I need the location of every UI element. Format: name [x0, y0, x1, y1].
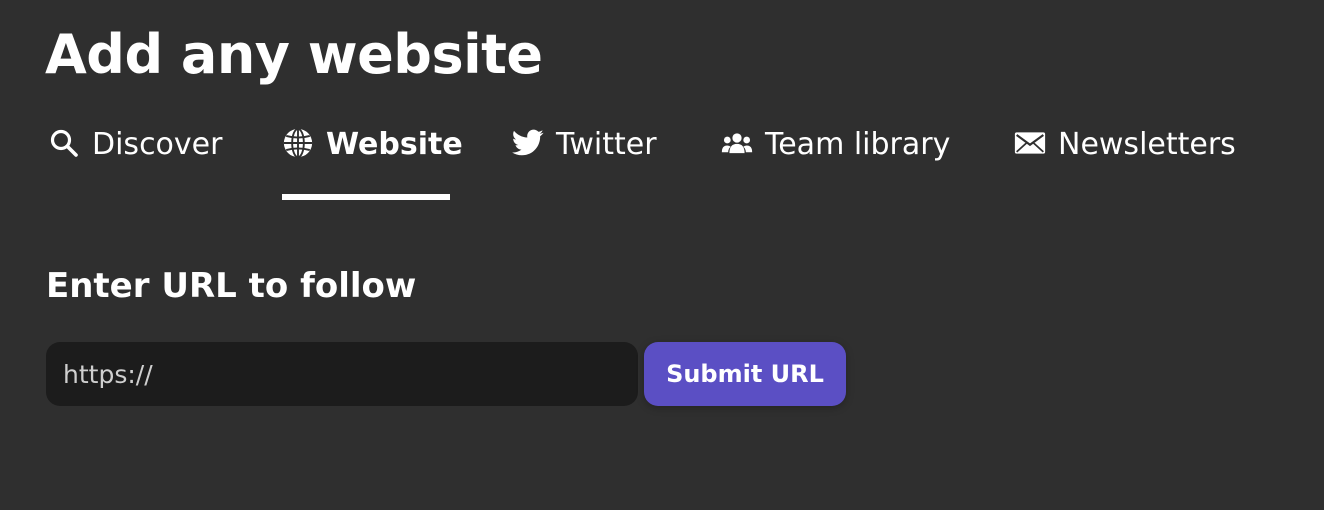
- submit-url-button[interactable]: Submit URL: [644, 342, 846, 406]
- globe-icon: [282, 127, 314, 159]
- section-heading: Enter URL to follow: [46, 266, 417, 306]
- tab-discover[interactable]: Discover: [48, 112, 222, 200]
- tab-newsletters-label: Newsletters: [1058, 127, 1236, 162]
- twitter-bird-icon: [512, 127, 544, 159]
- team-icon: [721, 127, 753, 159]
- envelope-icon: [1014, 127, 1046, 159]
- source-tabs: Discover Website Twitter Team library Ne…: [0, 112, 1324, 200]
- page-title: Add any website: [45, 23, 543, 86]
- search-icon: [48, 127, 80, 159]
- tab-newsletters[interactable]: Newsletters: [1014, 112, 1236, 200]
- tab-discover-label: Discover: [92, 127, 223, 162]
- tab-team-library[interactable]: Team library: [721, 112, 950, 200]
- url-input[interactable]: [46, 342, 638, 406]
- tab-twitter[interactable]: Twitter: [512, 112, 657, 200]
- tab-website[interactable]: Website: [282, 112, 463, 200]
- tab-twitter-label: Twitter: [556, 127, 657, 162]
- tab-website-label: Website: [326, 127, 463, 162]
- tab-team-library-label: Team library: [765, 127, 951, 162]
